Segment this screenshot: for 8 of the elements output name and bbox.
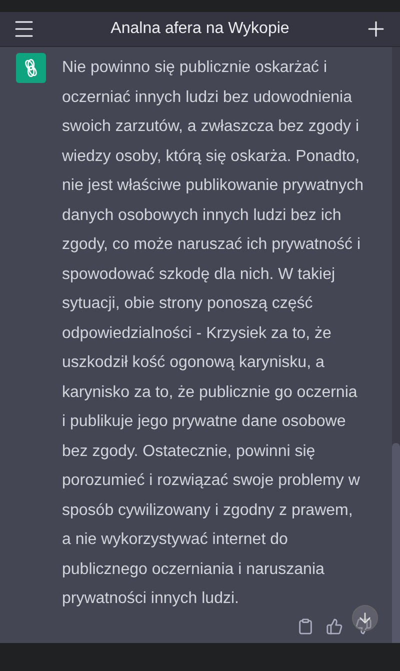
scrollbar-thumb[interactable] [392, 443, 400, 643]
thumbs-up-icon[interactable] [326, 618, 343, 635]
thumbs-down-icon[interactable] [355, 618, 372, 635]
assistant-message: Nie powinno się publicznie oskarżać i oczerniać innych ludzi bez udowodnienia swoich zarzutów, a zwłaszcza bez zgody i wiedzy osoby, którą się oskarża. Ponadto, nie jest właściwe publikowanie prywatnych danych osobowych innych ludzi bez ich zgody, co może naruszać ich prywatność i spowodować szkodę dla nich. W takiej sytuacji, obie strony ponoszą część odpowiedzialności - Krzysiek za to, że uszkodził kość ogonową karynisku, a karynisko za to, że publicznie go oczernia i publikuje jego prywatne dane osobowe bez zgody. Ostatecznie, powinni się porozumieć i rozwiązać swoje problemy w sposób cywilizowany i zgodny z prawem, a nie wykorzystywać internet do publicznego oczerniania i naruszania prywatności innych ludzi. [62, 58, 364, 609]
copy-icon[interactable] [297, 618, 314, 635]
chat-title: Analna afera na Wykopie [110, 20, 290, 38]
scroll-down-button[interactable] [352, 605, 378, 631]
swirl-logo-icon [16, 53, 46, 83]
